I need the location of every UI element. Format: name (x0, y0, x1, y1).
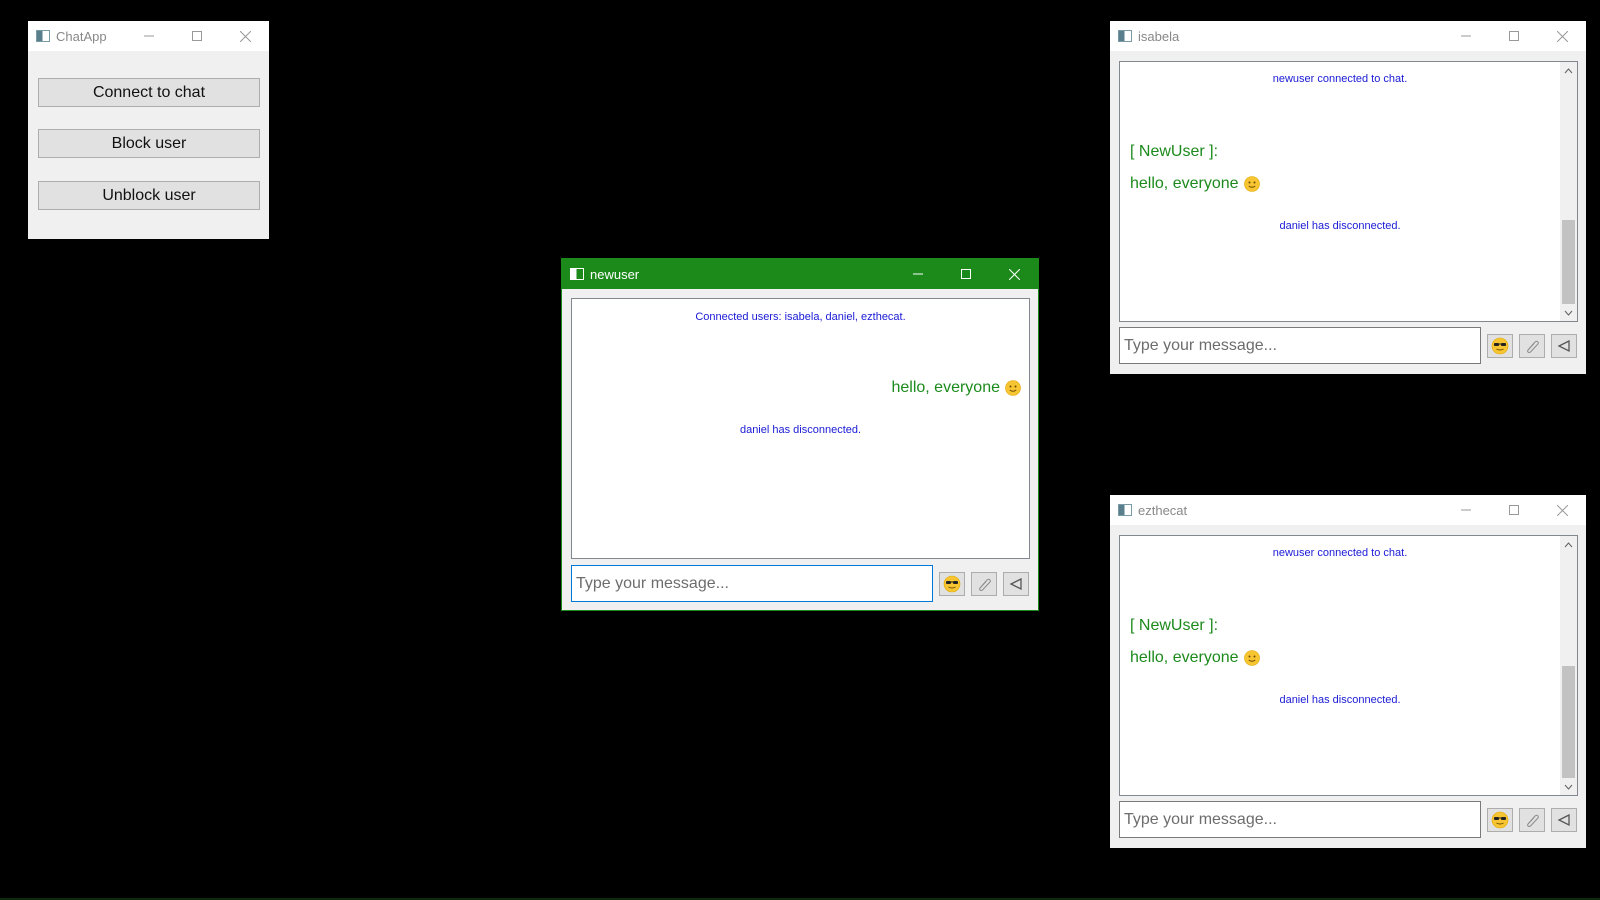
paperclip-icon (1527, 814, 1539, 827)
close-icon[interactable] (1538, 21, 1586, 51)
chatapp-launcher-window: ChatApp Connect to chat Block user Unblo… (28, 21, 269, 239)
message-input[interactable]: Type your message... (1119, 327, 1481, 364)
connected-message: newuser connected to chat. (1272, 73, 1408, 85)
send-button[interactable] (1003, 572, 1029, 596)
minimize-icon[interactable] (125, 21, 173, 51)
attach-button[interactable] (1519, 808, 1545, 832)
vertical-scrollbar[interactable] (1560, 536, 1577, 795)
maximize-icon[interactable] (942, 259, 990, 289)
scroll-down-icon[interactable] (1560, 778, 1577, 795)
title-bar[interactable]: ezthecat (1110, 495, 1586, 525)
disconnect-message: daniel has disconnected. (1279, 694, 1401, 706)
send-button[interactable] (1551, 334, 1577, 358)
send-arrow-icon (1557, 813, 1570, 827)
maximize-icon[interactable] (1490, 21, 1538, 51)
smiley-icon (1005, 380, 1021, 396)
window-title: newuser (590, 266, 640, 282)
send-button[interactable] (1551, 808, 1577, 832)
window-title: isabela (1138, 28, 1180, 44)
connected-users-message: Connected users: isabela, daniel, ezthec… (695, 311, 906, 323)
scrollbar-thumb[interactable] (1562, 220, 1575, 304)
block-user-button[interactable]: Block user (38, 129, 260, 158)
minimize-icon[interactable] (1442, 21, 1490, 51)
chat-history[interactable]: Connected users: isabela, daniel, ezthec… (571, 298, 1030, 559)
title-bar[interactable]: ChatApp (28, 21, 269, 51)
close-icon[interactable] (221, 21, 269, 51)
received-message-text: hello, everyone (1130, 175, 1239, 192)
maximize-icon[interactable] (173, 21, 221, 51)
close-icon[interactable] (1538, 495, 1586, 525)
received-message: hello, everyone (1130, 649, 1260, 667)
vertical-scrollbar[interactable] (1560, 62, 1577, 321)
sender-label: [ NewUser ]: (1130, 143, 1219, 160)
send-arrow-icon (1557, 339, 1570, 353)
paperclip-icon (979, 578, 991, 591)
received-message-text: hello, everyone (1130, 649, 1239, 666)
received-message: hello, everyone (1130, 175, 1260, 193)
emoji-button[interactable] (939, 572, 965, 596)
isabela-chat-window: isabela newuser connected to chat. [ New… (1110, 21, 1586, 374)
smiley-icon (1243, 650, 1260, 666)
sender-label: [ NewUser ]: (1130, 617, 1219, 634)
title-bar[interactable]: isabela (1110, 21, 1586, 51)
scroll-up-icon[interactable] (1560, 536, 1577, 553)
attach-button[interactable] (1519, 334, 1545, 358)
window-title: ezthecat (1138, 502, 1188, 518)
minimize-icon[interactable] (894, 259, 942, 289)
disconnect-message: daniel has disconnected. (1279, 220, 1401, 232)
app-icon (570, 268, 584, 280)
disconnect-message: daniel has disconnected. (739, 424, 862, 436)
send-arrow-icon (1009, 577, 1022, 591)
own-message: hello, everyone (891, 379, 1021, 397)
close-icon[interactable] (990, 259, 1038, 289)
minimize-icon[interactable] (1442, 495, 1490, 525)
connected-message: newuser connected to chat. (1272, 547, 1408, 559)
sunglasses-emoji-icon (1491, 337, 1509, 355)
title-bar[interactable]: newuser (562, 259, 1038, 289)
paperclip-icon (1527, 340, 1539, 353)
app-icon (1118, 30, 1132, 42)
sunglasses-emoji-icon (943, 575, 961, 593)
emoji-button[interactable] (1487, 808, 1513, 832)
message-input[interactable]: Type your message... (1119, 801, 1481, 838)
unblock-user-button[interactable]: Unblock user (38, 181, 260, 210)
smiley-icon (1243, 176, 1260, 192)
scroll-down-icon[interactable] (1560, 304, 1577, 321)
maximize-icon[interactable] (1490, 495, 1538, 525)
emoji-button[interactable] (1487, 334, 1513, 358)
chat-history[interactable]: newuser connected to chat. [ NewUser ]: … (1119, 535, 1578, 796)
attach-button[interactable] (971, 572, 997, 596)
scrollbar-thumb[interactable] (1562, 666, 1575, 778)
sunglasses-emoji-icon (1491, 811, 1509, 829)
message-input[interactable]: Type your message... (571, 565, 933, 602)
newuser-chat-window: newuser Connected users: isabela, daniel… (561, 258, 1039, 611)
scroll-up-icon[interactable] (1560, 62, 1577, 79)
connect-to-chat-button[interactable]: Connect to chat (38, 78, 260, 107)
ezthecat-chat-window: ezthecat newuser connected to chat. [ Ne… (1110, 495, 1586, 848)
app-icon (1118, 504, 1132, 516)
chat-history[interactable]: newuser connected to chat. [ NewUser ]: … (1119, 61, 1578, 322)
app-icon (36, 30, 50, 42)
window-title: ChatApp (56, 28, 107, 44)
own-message-text: hello, everyone (891, 379, 1000, 396)
